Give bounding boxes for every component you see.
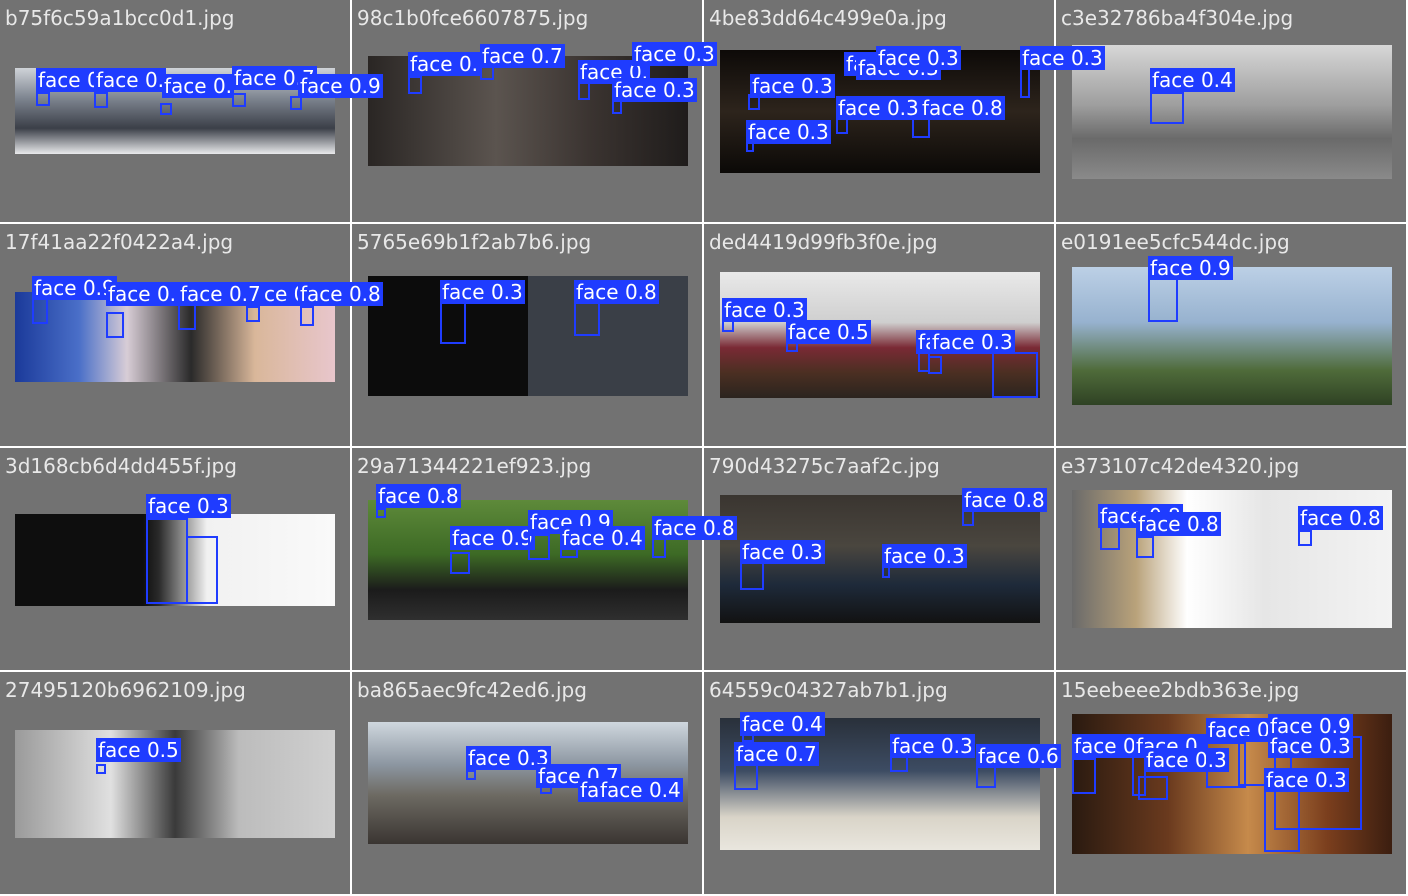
detection-label: face 0.8 [298, 282, 383, 306]
face-bounding-box [36, 92, 50, 106]
face-bounding-box [186, 536, 218, 604]
face-bounding-box [160, 103, 172, 115]
detection-label: face 0. [162, 74, 235, 98]
image-filename: 5765e69b1f2ab7b6.jpg [357, 230, 592, 254]
detection-label: face 0.9 [298, 74, 383, 98]
detection-label: face 0.3 [440, 280, 525, 304]
face-bounding-box [740, 560, 764, 590]
detection-label: face 0.3 [1264, 768, 1349, 792]
detection-label: face 0.4 [598, 778, 683, 802]
image-filename: 98c1b0fce6607875.jpg [357, 6, 589, 30]
face-bounding-box [1148, 278, 1178, 322]
image-filename: c3e32786ba4f304e.jpg [1061, 6, 1294, 30]
detection-label: face 0.8 [1136, 512, 1221, 536]
face-bounding-box [1298, 530, 1312, 546]
detection-label: face 0.8 [920, 96, 1005, 120]
image-filename: b75f6c59a1bcc0d1.jpg [5, 6, 235, 30]
detection-label: face 0.7 [178, 282, 263, 306]
detection-label: face 0.8 [962, 488, 1047, 512]
detection-label: face 0.6 [976, 744, 1061, 768]
detection-label: face 0.3 [750, 74, 835, 98]
image-grid: b75f6c59a1bcc0d1.jpg face 0. face 0. face 0… [0, 0, 1408, 896]
face-bounding-box [32, 298, 48, 324]
face-bounding-box [928, 356, 942, 374]
detection-label: face 0.3 [890, 734, 975, 758]
face-bounding-box [528, 534, 550, 560]
detection-label: face 0.8 [376, 484, 461, 508]
detection-label: face 0.8 [1298, 506, 1383, 530]
face-bounding-box [1136, 536, 1154, 558]
detection-label: face 0.3 [836, 96, 921, 120]
detection-label: face 0.3 [930, 330, 1015, 354]
face-bounding-box [734, 762, 758, 790]
detection-label: face 0.3 [740, 540, 825, 564]
detection-label: face 0. [408, 52, 481, 76]
detection-label: face 0.4 [740, 712, 825, 736]
face-bounding-box [232, 93, 246, 107]
photo-thumbnail [1072, 267, 1392, 405]
detection-label: face 0.3 [632, 42, 717, 66]
face-bounding-box [376, 508, 386, 518]
detection-label: face 0.9 [1148, 256, 1233, 280]
face-bounding-box [440, 300, 466, 344]
detection-label: face 0.5 [96, 738, 181, 762]
face-bounding-box [890, 756, 908, 772]
face-bounding-box [466, 770, 476, 780]
face-bounding-box [246, 306, 260, 322]
detection-label: face 0.8 [652, 516, 737, 540]
face-bounding-box [450, 552, 470, 574]
face-bounding-box [290, 96, 302, 110]
face-bounding-box [976, 766, 996, 788]
face-bounding-box [94, 92, 108, 108]
detection-label: face 0. [94, 68, 167, 92]
detection-label: face 0.3 [1268, 734, 1353, 758]
image-filename: 15eebeee2bdb363e.jpg [1061, 678, 1300, 702]
face-bounding-box [992, 352, 1038, 398]
face-bounding-box [178, 304, 196, 330]
image-filename: ba865aec9fc42ed6.jpg [357, 678, 587, 702]
face-bounding-box [578, 82, 590, 100]
detection-label: face 0.8 [574, 280, 659, 304]
photo-thumbnail [1072, 45, 1392, 179]
detection-label: face 0.9 [450, 526, 535, 550]
detection-label: face 0.4 [1150, 68, 1235, 92]
face-bounding-box [146, 518, 188, 604]
detection-label: face 0.7 [480, 44, 565, 68]
detection-label: face 0.7 [734, 742, 819, 766]
image-filename: 29a71344221ef923.jpg [357, 454, 592, 478]
image-filename: 3d168cb6d4dd455f.jpg [5, 454, 237, 478]
image-filename: 4be83dd64c499e0a.jpg [709, 6, 947, 30]
detection-label: face 0.5 [786, 320, 871, 344]
face-bounding-box [962, 510, 974, 526]
face-bounding-box [912, 118, 930, 138]
detection-label: face 0.3 [1020, 46, 1105, 70]
image-filename: ded4419d99fb3f0e.jpg [709, 230, 938, 254]
image-filename: 27495120b6962109.jpg [5, 678, 246, 702]
detection-label: face 0.3 [612, 78, 697, 102]
face-bounding-box [408, 76, 422, 94]
image-filename: e373107c42de4320.jpg [1061, 454, 1300, 478]
face-bounding-box [836, 118, 848, 134]
image-filename: e0191ee5cfc544dc.jpg [1061, 230, 1290, 254]
face-bounding-box [612, 100, 622, 114]
image-filename: 64559c04327ab7b1.jpg [709, 678, 948, 702]
detection-label: face 0.3 [876, 46, 961, 70]
image-filename: 17f41aa22f0422a4.jpg [5, 230, 234, 254]
detection-label: face 0.3 [722, 298, 807, 322]
detection-label: face 0.9 [32, 276, 117, 300]
face-bounding-box [1264, 790, 1300, 852]
detection-label: face 0.4 [560, 526, 645, 550]
image-filename: 790d43275c7aaf2c.jpg [709, 454, 940, 478]
face-bounding-box [1072, 758, 1096, 794]
detection-label: face 0.3 [882, 544, 967, 568]
face-bounding-box [1150, 92, 1184, 124]
face-bounding-box [300, 306, 314, 326]
detection-label: face 0.3 [146, 494, 231, 518]
detection-label: face 0. [106, 282, 179, 306]
detection-label: face 0.3 [746, 120, 831, 144]
face-bounding-box [106, 312, 124, 338]
face-bounding-box [96, 764, 106, 774]
face-bounding-box [1138, 776, 1168, 800]
